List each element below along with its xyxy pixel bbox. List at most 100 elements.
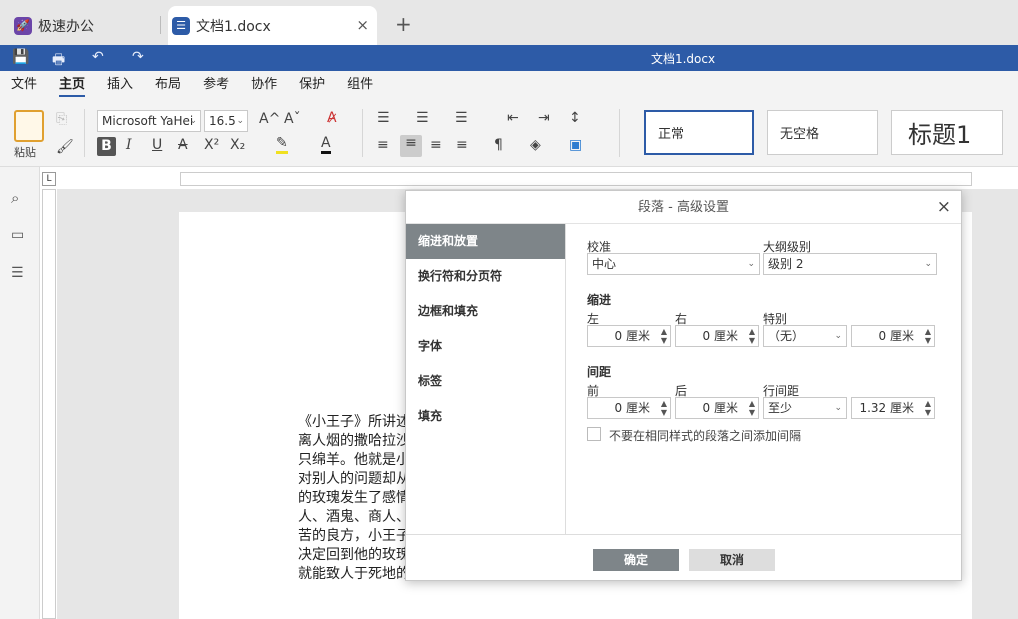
- close-icon[interactable]: ×: [937, 197, 951, 217]
- nav-padding[interactable]: 填充: [406, 399, 565, 434]
- style-normal[interactable]: 正常: [644, 110, 754, 155]
- navigation-icon[interactable]: ☰: [11, 265, 24, 281]
- title-bar: 💾 🖶 ↶ ↷ 文档1.docx: [0, 45, 1018, 71]
- copy-icon[interactable]: ⎘: [56, 111, 67, 127]
- borders-icon[interactable]: ▣: [569, 137, 582, 153]
- ok-button[interactable]: 确定: [593, 549, 679, 571]
- add-tab-icon[interactable]: +: [395, 12, 412, 36]
- dialog-title[interactable]: 段落 - 高级设置: [406, 191, 961, 224]
- strikethrough-icon[interactable]: A: [178, 137, 188, 153]
- style-no-spacing-label: 无空格: [780, 127, 820, 142]
- document-line: 决定回到他的玫瑰: [298, 547, 410, 563]
- line-spacing-select[interactable]: 至少 ⌄: [763, 397, 847, 419]
- align-left-icon[interactable]: ≡: [377, 137, 389, 153]
- menu-collaborate[interactable]: 协作: [251, 71, 277, 99]
- font-size-select[interactable]: 16.5 ⌄: [204, 110, 248, 132]
- menu-references[interactable]: 参考: [203, 71, 229, 99]
- font-name-select[interactable]: Microsoft YaHei ⌄: [97, 110, 201, 132]
- chevron-down-icon: ⌄: [236, 116, 244, 126]
- nav-borders-fill[interactable]: 边框和填充: [406, 294, 565, 329]
- bullet-list-icon[interactable]: ☰: [377, 110, 390, 126]
- nav-indents-placement[interactable]: 缩进和放置: [406, 224, 565, 259]
- divider: [362, 109, 363, 157]
- special-indent-value: （无）: [768, 329, 805, 343]
- subscript-icon[interactable]: X₂: [230, 137, 245, 153]
- indent-left-stepper[interactable]: 0 厘米 ▲ ▼: [587, 325, 671, 347]
- style-heading-1[interactable]: 标题1: [891, 110, 1003, 155]
- tab-divider: [160, 16, 161, 34]
- align-right-icon[interactable]: ≡: [430, 137, 442, 153]
- justify-icon[interactable]: ≡: [456, 137, 468, 153]
- menu-bar: 文件 主页 插入 布局 参考 协作 保护 组件: [0, 71, 1018, 99]
- dialog-footer: 确定 取消: [406, 534, 961, 581]
- alignment-select[interactable]: 中心 ⌄: [587, 253, 760, 275]
- spacing-before-stepper[interactable]: 0 厘米 ▲ ▼: [587, 397, 671, 419]
- tab-app[interactable]: 🚀 极速办公: [10, 6, 160, 45]
- comments-icon[interactable]: ▭: [11, 227, 24, 243]
- increase-font-icon[interactable]: A^: [259, 111, 280, 127]
- menu-insert[interactable]: 插入: [107, 71, 133, 99]
- line-spacing-stepper[interactable]: 1.32 厘米 ▲ ▼: [851, 397, 935, 419]
- outline-level-value: 级别 2: [768, 257, 804, 271]
- vertical-ruler[interactable]: [42, 189, 56, 619]
- indent-right-value: 0 厘米: [702, 329, 738, 343]
- paragraph-mark-icon[interactable]: ¶: [494, 137, 503, 153]
- menu-plugins[interactable]: 组件: [347, 71, 373, 99]
- chevron-down-icon: ⌄: [834, 403, 842, 413]
- chevron-down-icon: ⌄: [924, 259, 932, 269]
- italic-icon[interactable]: I: [126, 137, 132, 153]
- indent-left-value: 0 厘米: [614, 329, 650, 343]
- tab-document[interactable]: ☰ 文档1.docx ×: [168, 6, 377, 45]
- close-tab-icon[interactable]: ×: [356, 16, 369, 34]
- stepper-arrows-icon[interactable]: ▲ ▼: [749, 327, 755, 345]
- special-indent-stepper[interactable]: 0 厘米 ▲ ▼: [851, 325, 935, 347]
- highlight-icon[interactable]: ✎: [276, 135, 288, 154]
- stepper-arrows-icon[interactable]: ▲ ▼: [749, 399, 755, 417]
- outline-level-select[interactable]: 级别 2 ⌄: [763, 253, 937, 275]
- line-spacing-icon[interactable]: ↕: [569, 110, 581, 126]
- font-size-value: 16.5: [209, 114, 236, 128]
- multilevel-list-icon[interactable]: ☰: [455, 110, 468, 126]
- style-no-spacing[interactable]: 无空格: [767, 110, 878, 155]
- browser-tab-bar: 🚀 极速办公 ☰ 文档1.docx × +: [0, 0, 1018, 45]
- stepper-arrows-icon[interactable]: ▲ ▼: [661, 399, 667, 417]
- dont-add-spacing-label: 不要在相同样式的段落之间添加间隔: [609, 429, 802, 443]
- nav-tabs[interactable]: 标签: [406, 364, 565, 399]
- nav-line-page-breaks[interactable]: 换行符和分页符: [406, 259, 565, 294]
- cancel-button[interactable]: 取消: [689, 549, 775, 571]
- stepper-arrows-icon[interactable]: ▲ ▼: [661, 327, 667, 345]
- paste-icon[interactable]: [14, 110, 44, 142]
- document-line: 《小王子》所讲述: [298, 414, 410, 430]
- menu-layout[interactable]: 布局: [155, 71, 181, 99]
- indent-right-stepper[interactable]: 0 厘米 ▲ ▼: [675, 325, 759, 347]
- tab-stop-selector[interactable]: L: [42, 172, 56, 186]
- dialog-nav: 缩进和放置 换行符和分页符 边框和填充 字体 标签 填充: [406, 224, 566, 534]
- horizontal-ruler[interactable]: [180, 172, 972, 186]
- decrease-indent-icon[interactable]: ⇤: [507, 110, 519, 126]
- decrease-font-icon[interactable]: Aˇ: [284, 111, 301, 127]
- document-line: 就能致人于死地的: [298, 566, 410, 582]
- stepper-arrows-icon[interactable]: ▲ ▼: [925, 399, 931, 417]
- special-indent-amount: 0 厘米: [878, 329, 914, 343]
- menu-protect[interactable]: 保护: [299, 71, 325, 99]
- numbered-list-icon[interactable]: ☰: [416, 110, 429, 126]
- align-center-icon[interactable]: ≡: [400, 135, 422, 157]
- chevron-down-icon: ⌄: [189, 116, 197, 126]
- font-color-icon[interactable]: A: [321, 135, 331, 154]
- format-painter-icon[interactable]: 🖌: [56, 139, 74, 155]
- clear-format-icon[interactable]: A̷: [327, 110, 337, 126]
- dont-add-spacing-checkbox[interactable]: [587, 427, 601, 441]
- search-icon[interactable]: ⌕: [11, 189, 19, 207]
- underline-icon[interactable]: U: [152, 137, 162, 153]
- stepper-arrows-icon[interactable]: ▲ ▼: [925, 327, 931, 345]
- nav-font[interactable]: 字体: [406, 329, 565, 364]
- menu-home[interactable]: 主页: [59, 71, 86, 99]
- increase-indent-icon[interactable]: ⇥: [538, 110, 550, 126]
- bold-icon[interactable]: B: [97, 137, 116, 156]
- fill-color-icon[interactable]: ◈: [530, 137, 541, 153]
- special-indent-select[interactable]: （无） ⌄: [763, 325, 847, 347]
- spacing-after-stepper[interactable]: 0 厘米 ▲ ▼: [675, 397, 759, 419]
- superscript-icon[interactable]: X²: [204, 137, 219, 153]
- menu-file[interactable]: 文件: [11, 71, 37, 99]
- alignment-value: 中心: [592, 257, 617, 271]
